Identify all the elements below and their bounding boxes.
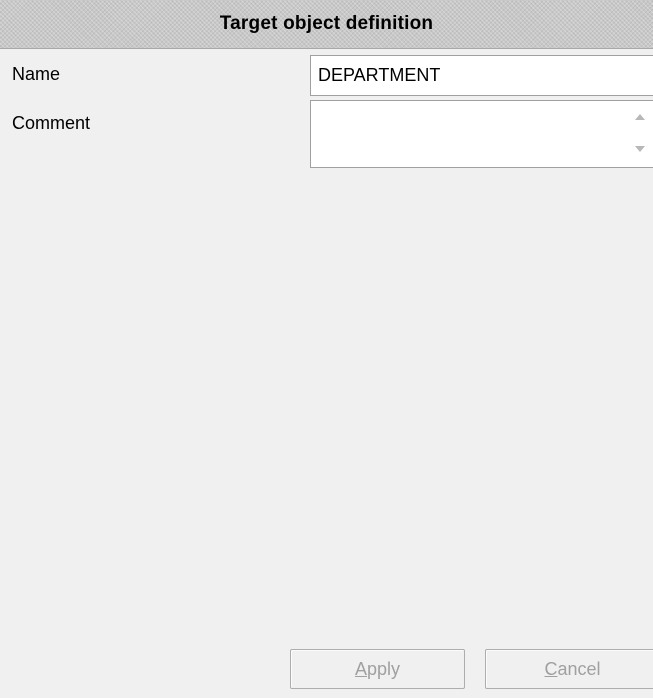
comment-scrollbar[interactable] xyxy=(629,101,651,167)
scroll-down-arrow-icon[interactable] xyxy=(629,139,651,159)
cancel-label-rest: ancel xyxy=(557,658,601,679)
panel-title: Target object definition xyxy=(219,13,434,34)
scroll-up-arrow-icon[interactable] xyxy=(629,107,651,127)
apply-mnemonic: A xyxy=(354,658,367,679)
comment-textarea[interactable] xyxy=(311,101,629,167)
cancel-mnemonic: C xyxy=(544,658,558,679)
name-label: Name xyxy=(12,64,61,84)
target-object-definition-panel: Target object definition Name Comment Ap… xyxy=(0,0,653,698)
apply-button[interactable]: Apply xyxy=(290,649,465,689)
comment-field[interactable] xyxy=(310,100,653,168)
apply-label-rest: pply xyxy=(366,658,401,679)
comment-label: Comment xyxy=(12,113,91,133)
name-input[interactable] xyxy=(310,55,653,96)
cancel-button[interactable]: Cancel xyxy=(485,649,653,689)
panel-header: Target object definition xyxy=(0,0,653,49)
